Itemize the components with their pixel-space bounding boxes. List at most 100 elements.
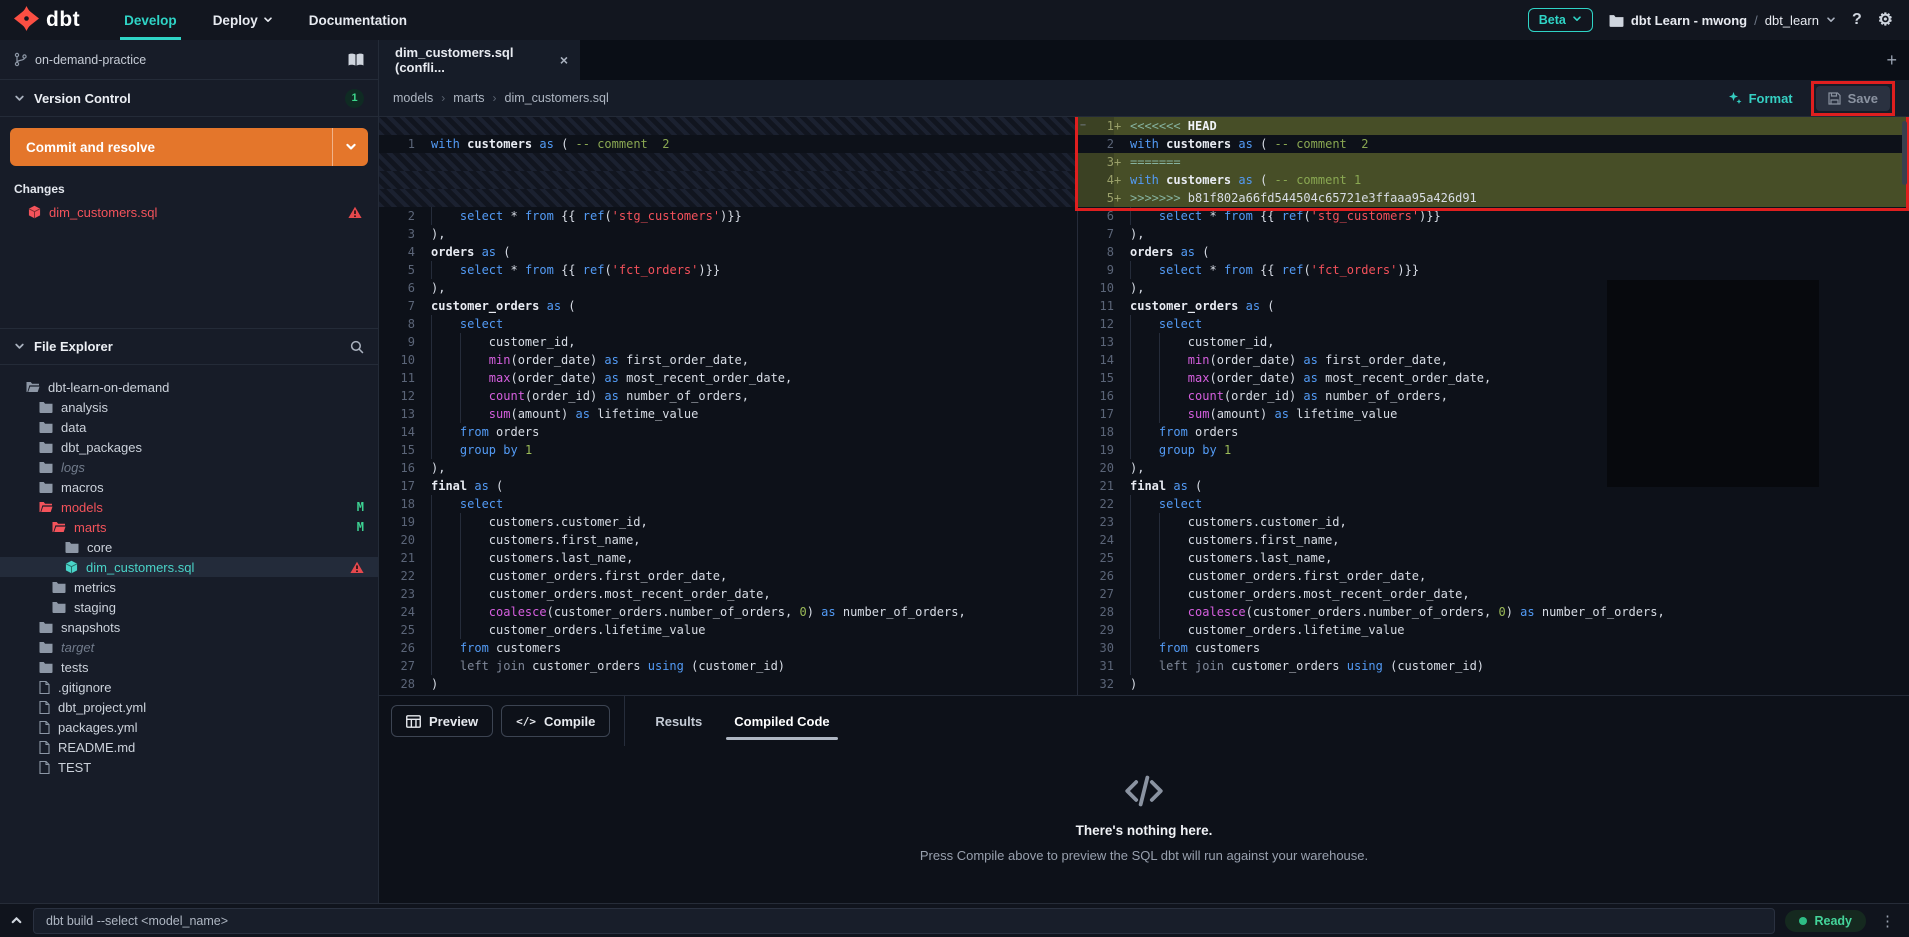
code-line-content: left join customer_orders using (custome…: [1123, 657, 1909, 675]
code-line-content: coalesce(customer_orders.number_of_order…: [424, 603, 1077, 621]
line-number: 32: [1078, 675, 1114, 693]
tree-item-readme-md[interactable]: README.md: [0, 737, 378, 757]
tree-item-models[interactable]: modelsM: [0, 497, 378, 517]
code-line: 22 customer_orders.first_order_date,: [379, 567, 1077, 585]
line-number: 30: [1078, 639, 1114, 657]
tree-item-dbt-project-yml[interactable]: dbt_project.yml: [0, 697, 378, 717]
settings-gear-button[interactable]: ⚙: [1878, 10, 1893, 30]
chevron-down-icon: [1572, 13, 1582, 27]
editor-scrollbar[interactable]: [1902, 121, 1907, 185]
code-line-content: select * from {{ ref('fct_orders')}}: [1123, 261, 1909, 279]
close-icon[interactable]: ×: [560, 52, 568, 68]
search-icon[interactable]: [350, 340, 364, 354]
tree-item-tests[interactable]: tests: [0, 657, 378, 677]
new-tab-plus-button[interactable]: +: [1880, 40, 1903, 80]
compile-button[interactable]: </> Compile: [501, 705, 610, 737]
tree-item-dbt-packages[interactable]: dbt_packages: [0, 437, 378, 457]
format-button[interactable]: Format: [1728, 91, 1793, 106]
file-explorer-header[interactable]: File Explorer: [0, 328, 378, 365]
indent-guide: [431, 567, 432, 585]
tree-item-staging[interactable]: staging: [0, 597, 378, 617]
tree-item-metrics[interactable]: metrics: [0, 577, 378, 597]
changed-file-dim-customers[interactable]: dim_customers.sql: [0, 202, 378, 222]
code-line-content: =======: [1123, 153, 1909, 171]
beta-dropdown[interactable]: Beta: [1528, 8, 1593, 32]
tree-item-analysis[interactable]: analysis: [0, 397, 378, 417]
tree-item-dim-customers-sql[interactable]: dim_customers.sql: [0, 557, 378, 577]
diff-flag: [415, 459, 424, 477]
nav-item-develop[interactable]: Develop: [106, 0, 195, 40]
tree-item-test[interactable]: TEST: [0, 757, 378, 777]
tree-item-label: models: [61, 500, 103, 515]
line-number: 12: [379, 387, 415, 405]
tree-item-snapshots[interactable]: snapshots: [0, 617, 378, 637]
nav-item-deploy[interactable]: Deploy: [195, 0, 291, 40]
fold-marker-icon[interactable]: −: [1080, 117, 1086, 135]
commit-options-caret[interactable]: [332, 128, 368, 166]
save-button[interactable]: Save: [1816, 86, 1890, 111]
tree-item-dbt-learn-on-demand[interactable]: dbt-learn-on-demand: [0, 377, 378, 397]
line-number: 28: [379, 675, 415, 693]
command-input[interactable]: [33, 908, 1775, 934]
line-number: 27: [379, 657, 415, 675]
code-line-content: customer_orders as (: [424, 297, 1077, 315]
line-number: 27: [1078, 585, 1114, 603]
help-button[interactable]: ?: [1852, 11, 1862, 29]
code-line: 24 customers.first_name,: [1078, 531, 1909, 549]
docs-book-icon[interactable]: [348, 53, 364, 67]
file-explorer-title: File Explorer: [34, 339, 113, 354]
results-tab-results[interactable]: Results: [639, 696, 718, 746]
indent-guide: [460, 513, 461, 531]
results-tab-compiled-code[interactable]: Compiled Code: [718, 696, 845, 746]
code-line: 27 customer_orders.most_recent_order_dat…: [1078, 585, 1909, 603]
tree-item-macros[interactable]: macros: [0, 477, 378, 497]
line-number: 13: [379, 405, 415, 423]
line-number: 15: [379, 441, 415, 459]
account-project-switcher[interactable]: dbt Learn - mwong / dbt_learn: [1609, 13, 1836, 28]
diff-flag: [1114, 513, 1123, 531]
diff-flag: [1114, 261, 1123, 279]
indent-guide: [431, 423, 432, 441]
editor-pane-working[interactable]: 1with customers as ( -- comment 22 selec…: [379, 117, 1078, 695]
folder-icon: [1609, 14, 1624, 27]
line-number: 18: [379, 495, 415, 513]
nav-item-documentation[interactable]: Documentation: [291, 0, 425, 40]
nav-item-label: Deploy: [213, 13, 258, 28]
tree-item--gitignore[interactable]: .gitignore: [0, 677, 378, 697]
indent-guide: [460, 549, 461, 567]
indent-guide: [1130, 333, 1131, 351]
changed-file-name: dim_customers.sql: [49, 205, 340, 220]
line-number: 7: [379, 297, 415, 315]
tree-item-logs[interactable]: logs: [0, 457, 378, 477]
indent-guide: [460, 567, 461, 585]
kebab-menu-icon[interactable]: ⋮: [1876, 912, 1899, 930]
tree-item-marts[interactable]: martsM: [0, 517, 378, 537]
tree-item-data[interactable]: data: [0, 417, 378, 437]
indent-guide: [1130, 207, 1131, 225]
line-number: 5: [1078, 189, 1114, 207]
chevron-up-icon[interactable]: [10, 914, 23, 927]
code-line: 7),: [1078, 225, 1909, 243]
code-line: 26 customer_orders.first_order_date,: [1078, 567, 1909, 585]
indent-guide: [1130, 621, 1131, 639]
code-line: 1with customers as ( -- comment 2: [379, 135, 1077, 153]
indent-guide: [431, 603, 432, 621]
indent-guide: [1159, 405, 1160, 423]
line-number: 21: [379, 549, 415, 567]
tree-item-core[interactable]: core: [0, 537, 378, 557]
results-panel: Preview </> Compile ResultsCompiled Code…: [379, 695, 1909, 903]
tree-item-packages-yml[interactable]: packages.yml: [0, 717, 378, 737]
code-line-content: customer_id,: [424, 333, 1077, 351]
line-number: 14: [379, 423, 415, 441]
code-line: 3+=======: [1078, 153, 1909, 171]
dbt-logo[interactable]: dbt: [0, 0, 106, 40]
indent-guide: [460, 387, 461, 405]
tab-dim-customers[interactable]: dim_customers.sql (confli... ×: [379, 40, 580, 80]
commit-and-resolve-button[interactable]: Commit and resolve: [10, 128, 368, 166]
code-area: 1with customers as ( -- comment 22 selec…: [379, 117, 1909, 695]
model-icon: [65, 560, 78, 574]
diff-flag: [1114, 135, 1123, 153]
version-control-header[interactable]: Version Control 1: [0, 80, 378, 117]
tree-item-target[interactable]: target: [0, 637, 378, 657]
preview-button[interactable]: Preview: [391, 705, 493, 737]
